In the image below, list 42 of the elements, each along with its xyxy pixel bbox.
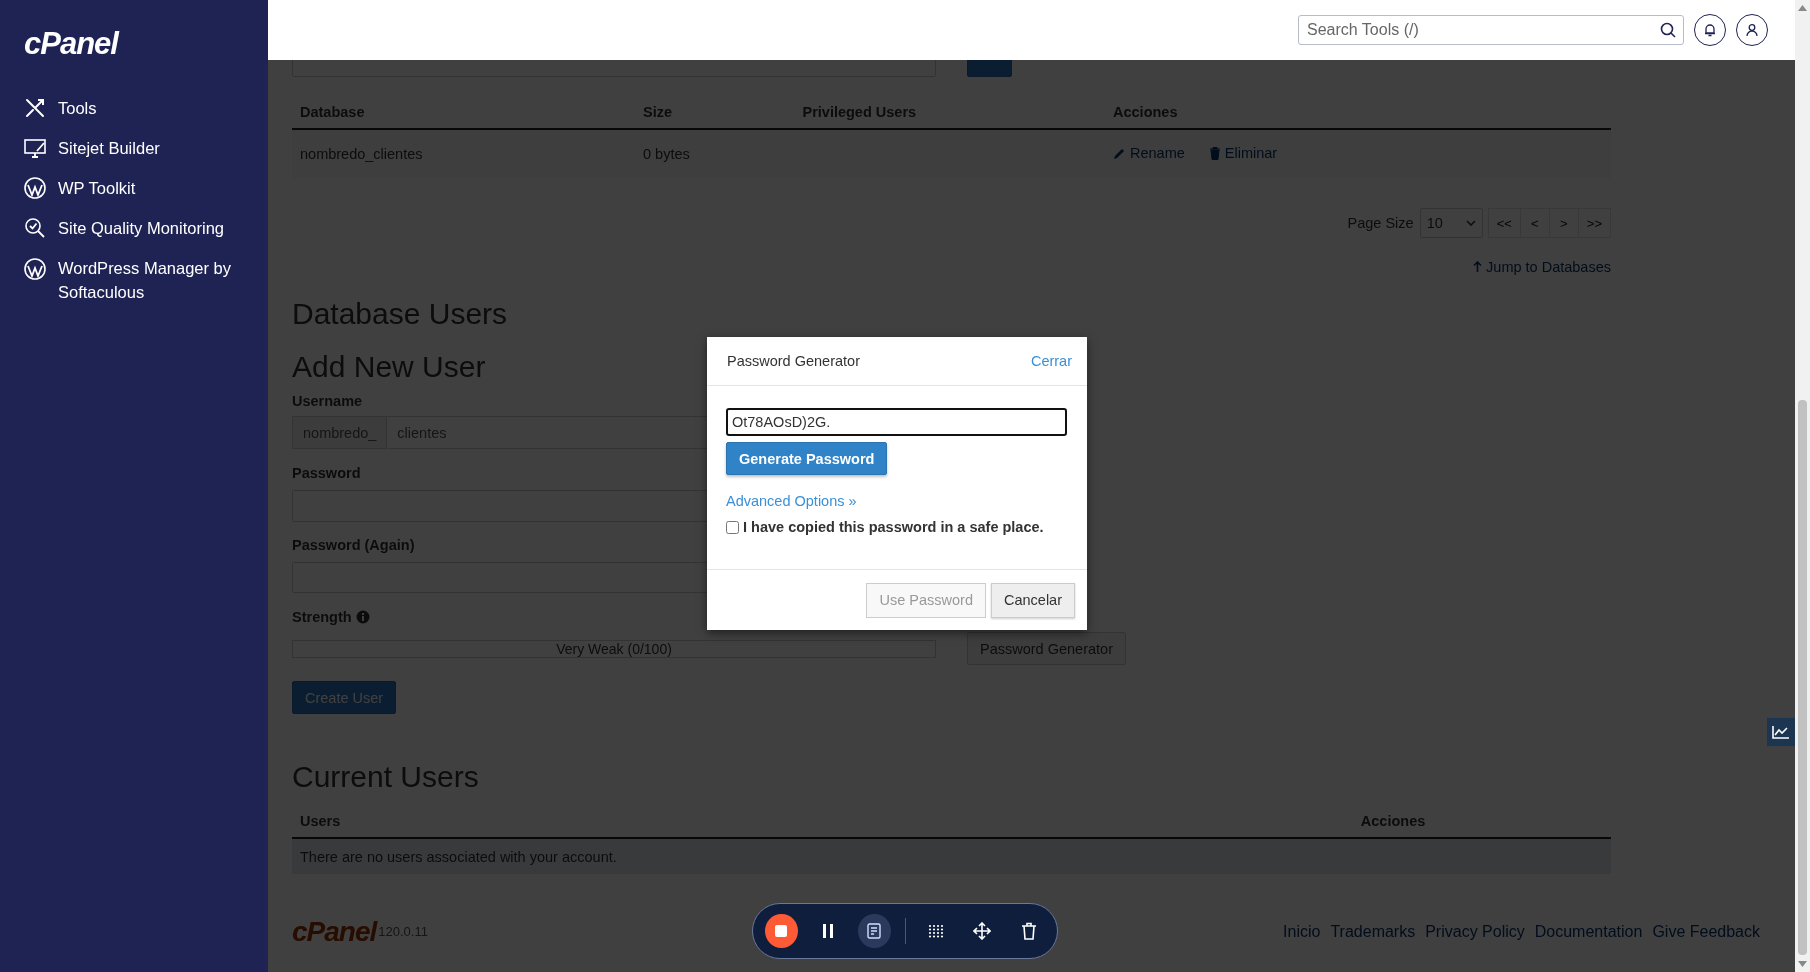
trash-icon <box>1020 922 1037 940</box>
monitor-icon <box>24 137 46 159</box>
generate-password-button[interactable]: Generate Password <box>726 442 888 475</box>
sidebar-item[interactable]: Sitejet Builder <box>0 128 268 168</box>
advanced-options-link[interactable]: Advanced Options » <box>726 491 857 511</box>
stop-icon <box>775 925 788 937</box>
dialog-title: Password Generator <box>727 353 860 369</box>
bell-icon <box>1703 23 1717 37</box>
cpanel-logo: cPanel <box>292 915 377 948</box>
user-icon <box>1745 23 1759 37</box>
wordpress-icon <box>24 177 46 199</box>
password-field[interactable]: Ot78AOsD)2G. <box>726 408 1067 436</box>
scrollbar[interactable] <box>1795 0 1810 972</box>
wordpress-icon <box>24 258 46 280</box>
stop-button[interactable] <box>765 914 798 948</box>
footer-link[interactable]: Trademarks <box>1330 922 1416 941</box>
cpanel-logo: cPanel <box>23 25 121 63</box>
sidebar-item[interactable]: WordPress Manager by Softaculous <box>0 248 268 304</box>
sidebar-item[interactable]: Tools <box>0 88 268 128</box>
search-icon <box>1660 22 1676 38</box>
stats-button[interactable] <box>1767 718 1795 746</box>
footer-link[interactable]: Inicio <box>1283 922 1321 941</box>
tools-icon <box>24 97 46 119</box>
footer-link[interactable]: Documentation <box>1534 922 1643 941</box>
footer-link[interactable]: Privacy Policy <box>1425 922 1525 941</box>
checkbox[interactable] <box>726 520 739 534</box>
scroll-down-icon[interactable] <box>1798 961 1807 967</box>
footer-link[interactable]: Give Feedback <box>1652 922 1760 941</box>
line-chart-icon <box>1772 725 1790 739</box>
scroll-up-icon[interactable] <box>1798 5 1807 11</box>
close-link[interactable]: Cerrar <box>1030 353 1072 369</box>
sidebar-item[interactable]: WP Toolkit <box>0 168 268 208</box>
move-icon <box>973 922 992 940</box>
cancel-button[interactable]: Cancelar <box>990 582 1075 618</box>
dots-icon <box>927 923 944 939</box>
notes-button[interactable] <box>858 914 891 948</box>
document-icon <box>867 923 882 939</box>
sidebar-item[interactable]: Site Quality Monitoring <box>0 208 268 248</box>
pause-icon <box>822 924 833 938</box>
magnifier-icon <box>24 217 46 239</box>
search-field[interactable]: Search Tools (/) <box>1298 15 1684 45</box>
checkbox-label: I have copied this password in a safe place. <box>743 519 1044 535</box>
